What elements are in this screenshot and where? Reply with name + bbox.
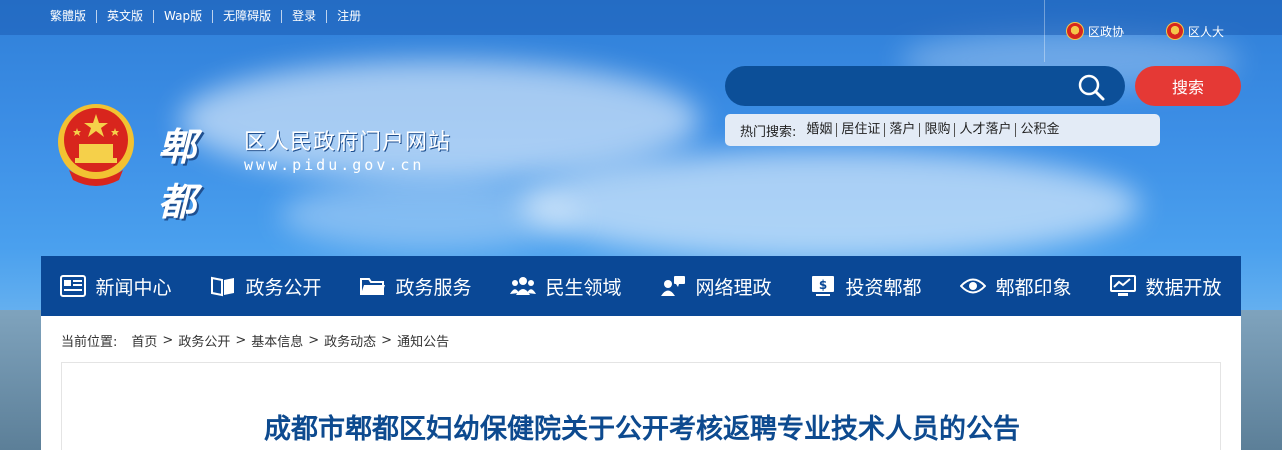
site-title: 区人民政府门户网站 — [244, 130, 452, 155]
hot-search-label: 热门搜索: — [740, 124, 797, 140]
nav-label: 数据开放 — [1145, 276, 1222, 299]
register-link[interactable]: 注册 — [327, 9, 371, 23]
hot-search-term[interactable]: 落户 — [885, 123, 921, 137]
article-title: 成都市郫都区妇幼保健院关于公开考核返聘专业技术人员的公告 — [264, 414, 1020, 445]
breadcrumb-government-news[interactable]: 政务动态 — [324, 331, 376, 350]
nav-news-center[interactable]: 新闻中心 — [41, 256, 191, 316]
svg-text:$: $ — [819, 278, 827, 292]
nav-invest[interactable]: $ 投资郫都 — [791, 256, 941, 316]
cppcc-emblem-icon — [1066, 22, 1084, 40]
city-skyline-right — [1241, 310, 1282, 450]
npc-label: 区人大 — [1188, 24, 1225, 39]
npc-emblem-icon — [1166, 22, 1184, 40]
chat-user-icon — [661, 276, 686, 296]
hot-search-term[interactable]: 人才落户 — [955, 123, 1017, 137]
breadcrumb-government-affairs[interactable]: 政务公开 — [178, 331, 230, 350]
quick-links: 区政协 区人大 — [1042, 0, 1282, 62]
nav-impression[interactable]: 郫都印象 — [941, 256, 1091, 316]
search-box — [725, 66, 1125, 106]
traditional-chinese-link[interactable]: 繁體版 — [40, 9, 98, 23]
nav-government-affairs[interactable]: 政务公开 — [191, 256, 341, 316]
divider — [1044, 0, 1045, 62]
article-box: 成都市郫都区妇幼保健院关于公开考核返聘专业技术人员的公告 — [61, 362, 1221, 450]
eye-icon — [960, 278, 987, 294]
city-skyline-left — [0, 310, 45, 450]
newspaper-icon — [60, 275, 87, 297]
breadcrumb-separator: > — [235, 333, 247, 348]
monitor-icon — [1110, 275, 1137, 296]
dollar-icon: $ — [812, 276, 835, 296]
breadcrumb-separator: > — [308, 333, 320, 348]
nav-label: 政务服务 — [395, 276, 472, 299]
hot-search-term[interactable]: 公积金 — [1016, 123, 1063, 137]
top-links: 繁體版 英文版 Wap版 无障碍版 登录 注册 — [40, 0, 371, 32]
nav-label: 网络理政 — [695, 276, 772, 299]
nav-label: 民生领域 — [545, 276, 622, 299]
nav-government-services[interactable]: 政务服务 — [341, 256, 491, 316]
nav-label: 郫都印象 — [995, 276, 1072, 299]
npc-link[interactable]: 区人大 — [1166, 22, 1224, 40]
breadcrumb-notices[interactable]: 通知公告 — [397, 331, 449, 350]
nav-label: 新闻中心 — [95, 276, 172, 299]
hot-search-bar: 热门搜索: 婚姻 居住证 落户 限购 人才落户 公积金 — [725, 114, 1160, 146]
breadcrumb: 当前位置: 首页 > 政务公开 > 基本信息 > 政务动态 > 通知公告 — [61, 331, 449, 350]
wap-link[interactable]: Wap版 — [154, 9, 214, 23]
breadcrumb-basic-info[interactable]: 基本信息 — [251, 331, 303, 350]
breadcrumb-separator: > — [381, 333, 393, 348]
search-input[interactable] — [743, 74, 1063, 98]
hot-search-term[interactable]: 婚姻 — [802, 123, 838, 137]
nav-open-data[interactable]: 数据开放 — [1091, 256, 1241, 316]
people-icon — [510, 277, 537, 295]
breadcrumb-home[interactable]: 首页 — [131, 331, 157, 350]
login-link[interactable]: 登录 — [282, 9, 328, 23]
nav-network-governance[interactable]: 网络理政 — [641, 256, 791, 316]
main-nav: 新闻中心 政务公开 政务服务 民生领域 网络理政 $ 投资郫都 郫都印象 数据开… — [41, 256, 1241, 316]
book-icon — [211, 276, 235, 297]
folder-icon — [360, 278, 386, 295]
search-button[interactable]: 搜索 — [1135, 66, 1241, 106]
site-calligraphy: 郫都 — [158, 124, 196, 224]
hot-search-term[interactable]: 居住证 — [837, 123, 886, 137]
cppcc-link[interactable]: 区政协 — [1066, 22, 1124, 40]
english-link[interactable]: 英文版 — [97, 9, 155, 23]
breadcrumb-separator: > — [162, 333, 174, 348]
breadcrumb-label: 当前位置: — [61, 335, 118, 350]
cppcc-label: 区政协 — [1088, 24, 1125, 39]
national-emblem-logo[interactable] — [55, 100, 137, 188]
hot-search-term[interactable]: 限购 — [920, 123, 956, 137]
nav-label: 投资郫都 — [845, 276, 922, 299]
nav-livelihood[interactable]: 民生领域 — [491, 256, 641, 316]
content-panel: 当前位置: 首页 > 政务公开 > 基本信息 > 政务动态 > 通知公告 成都市… — [41, 316, 1241, 450]
search-icon[interactable] — [1077, 73, 1105, 101]
nav-label: 政务公开 — [245, 276, 322, 299]
accessibility-link[interactable]: 无障碍版 — [213, 9, 283, 23]
site-url: www.pidu.gov.cn — [244, 156, 425, 174]
